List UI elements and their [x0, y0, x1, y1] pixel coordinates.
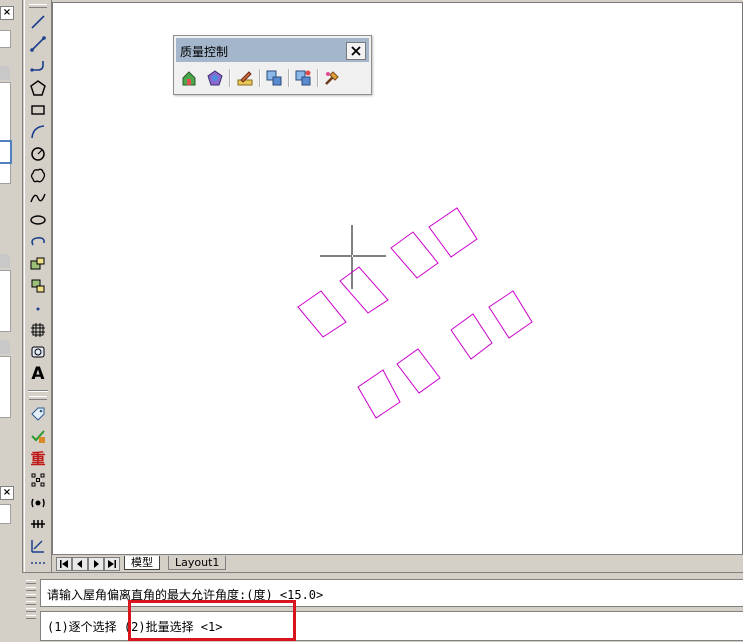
building-outline[interactable]	[396, 348, 441, 394]
palette-title-bar[interactable]: 质量控制	[176, 38, 369, 62]
revision-cloud-icon[interactable]	[27, 166, 49, 186]
pencil-ruler-icon[interactable]	[234, 67, 256, 89]
dock-tab-slice[interactable]	[0, 340, 10, 354]
point-tool-icon[interactable]	[27, 298, 49, 318]
next-tab-icon	[94, 560, 99, 568]
building-outline[interactable]	[488, 290, 533, 339]
make-block-icon[interactable]	[27, 276, 49, 296]
palette-close-button[interactable]	[346, 42, 366, 60]
node-select-icon[interactable]	[27, 470, 49, 490]
tab-model[interactable]: 模型	[124, 556, 160, 570]
heavy-tool-label: 重	[30, 449, 46, 468]
region-tool-icon[interactable]	[27, 342, 49, 362]
prev-tab-icon	[77, 560, 82, 568]
ellipse-arc-icon[interactable]	[27, 232, 49, 252]
signal-tool-icon[interactable]	[27, 492, 49, 512]
building-outline[interactable]	[339, 266, 389, 314]
drawing-surface	[297, 207, 533, 419]
dock-panel-slice	[0, 30, 11, 48]
crosshair-cursor	[320, 225, 386, 289]
toolbar-grip[interactable]	[29, 396, 47, 400]
annotation-highlight-box	[128, 600, 296, 641]
toolbar-separator	[28, 390, 48, 392]
building-outline[interactable]	[390, 231, 439, 279]
shape-check-icon[interactable]	[204, 67, 226, 89]
spline-tool-icon[interactable]	[27, 188, 49, 208]
dock-selected-field[interactable]	[0, 140, 12, 164]
ellipse-tool-icon[interactable]	[27, 210, 49, 230]
palette-separator	[229, 69, 231, 87]
dock-tab-slice[interactable]	[0, 254, 10, 268]
arc-tool-icon[interactable]	[27, 122, 49, 142]
dotted-line-icon[interactable]	[27, 556, 49, 570]
toolbar-grip[interactable]	[29, 4, 47, 8]
line-tool-icon[interactable]	[27, 12, 49, 32]
dock-panel-slice	[0, 270, 11, 332]
check-edit-icon[interactable]	[27, 426, 49, 446]
building-outline[interactable]	[428, 207, 478, 258]
polygon-tool-icon[interactable]	[27, 78, 49, 98]
heavy-tool-icon[interactable]: 重	[27, 448, 49, 468]
select-check-icon[interactable]	[263, 67, 285, 89]
layout-tab-bar: 模型 Layout1	[52, 554, 743, 571]
dock-panel-slice	[0, 356, 11, 418]
last-tab-icon	[108, 560, 116, 568]
polyline-tool-icon[interactable]	[27, 56, 49, 76]
dock-tab-slice[interactable]	[0, 66, 10, 80]
paint-fix-icon[interactable]	[321, 67, 343, 89]
building-outline[interactable]	[297, 290, 347, 338]
building-outline[interactable]	[357, 369, 401, 419]
command-window-grip[interactable]	[24, 577, 38, 637]
last-tab-button[interactable]	[104, 557, 120, 571]
quality-control-palette: 质量控制	[173, 35, 372, 95]
fence-tool-icon[interactable]	[27, 514, 49, 534]
tag-tool-icon[interactable]	[27, 404, 49, 424]
palette-title: 质量控制	[180, 45, 229, 59]
palette-separator	[259, 69, 261, 87]
text-tool-icon[interactable]: A	[27, 364, 49, 384]
batch-check-icon[interactable]	[292, 67, 314, 89]
dock-panel-slice	[0, 504, 11, 524]
dock-close-icon[interactable]: ×	[0, 486, 14, 500]
first-tab-icon	[60, 560, 68, 568]
first-tab-button[interactable]	[56, 557, 72, 571]
prev-tab-button[interactable]	[72, 557, 88, 571]
next-tab-button[interactable]	[88, 557, 104, 571]
tab-layout1[interactable]: Layout1	[168, 556, 227, 570]
palette-separator	[288, 69, 290, 87]
hatch-tool-icon[interactable]	[27, 320, 49, 340]
dock-close-icon[interactable]: ×	[0, 6, 14, 20]
insert-block-icon[interactable]	[27, 254, 49, 274]
measure-tool-icon[interactable]	[27, 536, 49, 556]
circle-tool-icon[interactable]	[27, 144, 49, 164]
text-tool-label: A	[31, 364, 45, 384]
building-outline[interactable]	[450, 313, 493, 360]
draw-toolbar: A 重	[24, 0, 52, 572]
drawing-canvas[interactable]	[52, 2, 743, 556]
rectangle-tool-icon[interactable]	[27, 100, 49, 120]
close-icon	[351, 46, 361, 56]
ray-tool-icon[interactable]	[27, 34, 49, 54]
left-dock-strip: × ×	[0, 0, 23, 641]
palette-separator	[317, 69, 319, 87]
dock-panel-slice	[0, 82, 11, 184]
house-check-icon[interactable]	[178, 67, 200, 89]
